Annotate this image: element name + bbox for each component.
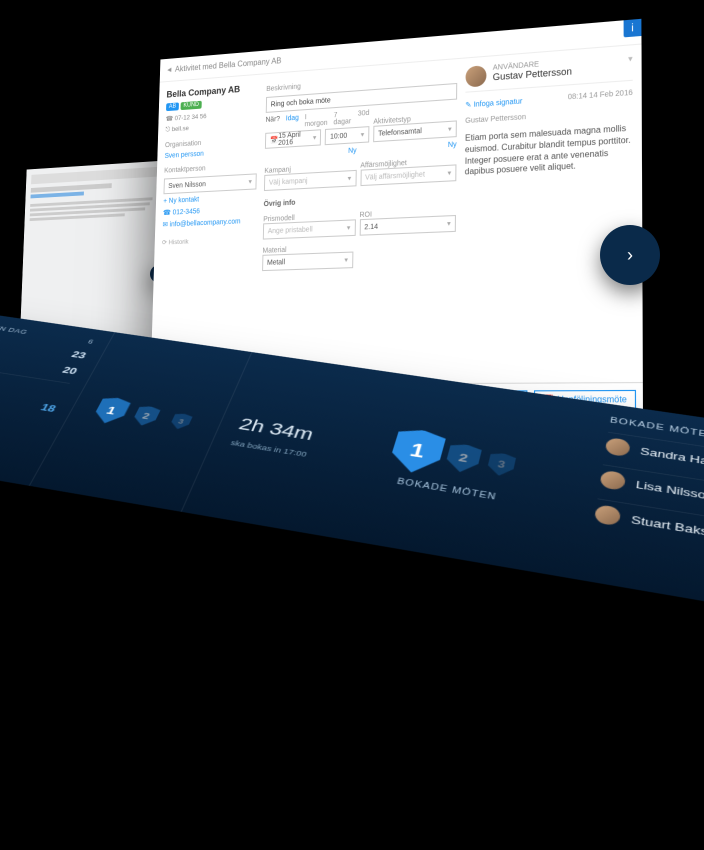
avatar: [599, 470, 626, 491]
rank-count: 23: [70, 349, 89, 361]
back-icon[interactable]: ◂: [167, 64, 171, 75]
when-label: När?: [265, 116, 280, 131]
insert-signature-link[interactable]: ✎ Infoga signatur: [465, 97, 522, 109]
avatar: [594, 504, 621, 526]
tab-7d[interactable]: 7 dagar: [333, 111, 352, 126]
shield-icon: 1: [90, 396, 132, 426]
leaderboard-name: Stuart Bakster: [630, 513, 704, 573]
tab-30d[interactable]: 30d: [358, 110, 370, 125]
note-body: Etiam porta sem malesuada magna mollis e…: [465, 123, 633, 179]
org-link[interactable]: Sven persson: [165, 147, 258, 160]
card-title: Aktivitet med Bella Company AB: [175, 56, 282, 74]
shield-icon: 2: [130, 405, 161, 428]
new-link-2[interactable]: Ny: [360, 141, 456, 154]
info-icon[interactable]: i: [624, 19, 642, 38]
next-button[interactable]: ›: [600, 225, 660, 285]
shield-icon: 1: [387, 427, 447, 477]
dash-left-count: 6: [87, 338, 96, 345]
time-input[interactable]: 10:00: [325, 126, 369, 145]
tab-tomorrow[interactable]: I morgon: [304, 113, 327, 129]
contact-mail[interactable]: ✉ info@bellacompany.com: [162, 217, 255, 229]
new-link-1[interactable]: Ny: [265, 147, 357, 160]
shield-icon: 2: [444, 442, 483, 474]
company-site: ⎋ bell.se: [165, 120, 258, 134]
company-badge: AB: [166, 102, 179, 111]
time-remaining: 2h 34m: [236, 414, 317, 444]
contact-phone[interactable]: ☎ 012-3456: [163, 205, 256, 217]
tab-today[interactable]: Idag: [286, 115, 299, 130]
user-dropdown-icon[interactable]: ▾: [628, 54, 633, 76]
avatar: [605, 437, 631, 457]
note-author: Gustav Pettersson: [465, 107, 633, 125]
add-contact-link[interactable]: + Ny kontakt: [163, 193, 256, 205]
rank-count: 20: [61, 364, 80, 376]
leaderboard-row: Stuart Bakster 10: [593, 498, 704, 587]
dash-left-title: BOKADE MÖTEN DAG: [0, 316, 29, 335]
shield-icon: 3: [168, 412, 193, 430]
date-input[interactable]: 📅 15 April 2016: [265, 129, 321, 149]
material-select[interactable]: Metall: [262, 252, 353, 272]
history-link[interactable]: ⟳ Historik: [162, 235, 255, 247]
contact-label: Kontaktperson: [164, 162, 257, 174]
avatar: [465, 65, 486, 87]
note-timestamp: 08:14 14 Feb 2016: [568, 89, 633, 102]
company-badge-status: KUND: [181, 101, 202, 110]
shield-icon: 3: [486, 451, 517, 477]
contact-select[interactable]: Sven Nilsson: [164, 173, 257, 194]
roi-input[interactable]: 2.14: [359, 215, 456, 236]
self-rank-count: 18: [39, 401, 59, 414]
